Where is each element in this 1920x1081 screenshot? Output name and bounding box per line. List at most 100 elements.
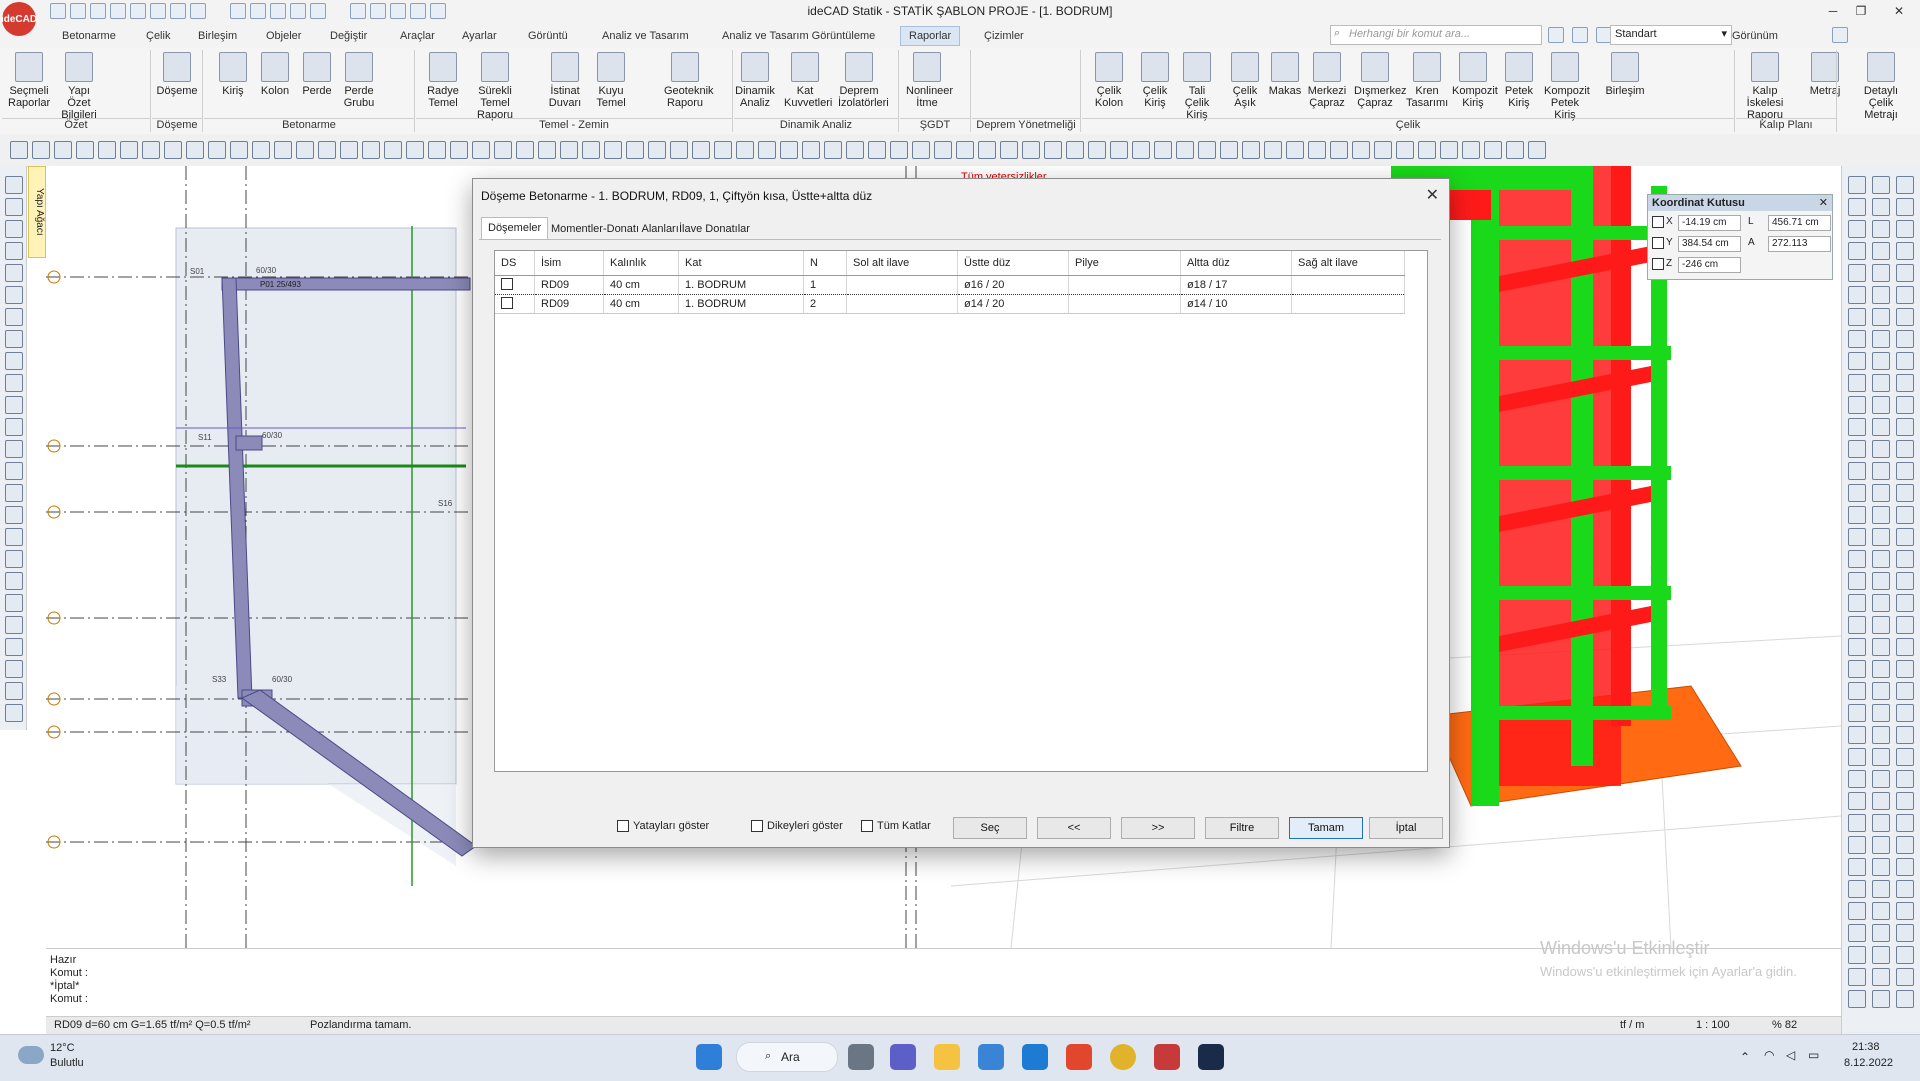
tool-icon[interactable] [5, 638, 23, 656]
tool-icon[interactable] [1110, 141, 1128, 159]
idecad-taskbar-icon[interactable] [1198, 1044, 1224, 1070]
battery-icon[interactable]: ▭ [1808, 1048, 1819, 1062]
tool-icon[interactable] [1872, 638, 1890, 656]
tool-icon[interactable] [1896, 462, 1914, 480]
tool-icon[interactable] [1848, 198, 1866, 216]
tool-icon[interactable] [1848, 836, 1866, 854]
menu-celik[interactable]: Çelik [146, 30, 170, 42]
tool-icon[interactable] [5, 682, 23, 700]
tool-icon[interactable] [516, 141, 534, 159]
wifi-icon[interactable]: ◠ [1764, 1048, 1774, 1062]
previous-button[interactable]: << [1037, 817, 1111, 839]
tool-icon[interactable] [1896, 484, 1914, 502]
tool-icon[interactable] [5, 704, 23, 722]
tab-ilave-donatilar[interactable]: İlave Donatılar [673, 219, 756, 239]
tool-icon[interactable] [1896, 506, 1914, 524]
tool-icon[interactable] [5, 462, 23, 480]
tool-icon[interactable] [1872, 176, 1890, 194]
task-view-icon[interactable] [848, 1044, 874, 1070]
tool-icon[interactable] [1848, 462, 1866, 480]
tool-icon[interactable] [692, 141, 710, 159]
tool-icon[interactable] [1896, 902, 1914, 920]
filter-button[interactable]: Filtre [1205, 817, 1279, 839]
display-icon[interactable] [1572, 27, 1588, 43]
tool-icon[interactable] [758, 141, 776, 159]
ribbon-button[interactable]: Perde Grubu [338, 52, 380, 109]
tool-icon[interactable] [1872, 242, 1890, 260]
menu-analiz-tasarim[interactable]: Analiz ve Tasarım [602, 30, 689, 42]
tool-icon[interactable] [912, 141, 930, 159]
tool-icon[interactable] [1896, 792, 1914, 810]
cancel-button[interactable]: İptal [1369, 817, 1443, 839]
ribbon-button[interactable]: Kat Kuvvetleri [784, 52, 832, 109]
tool-icon[interactable] [5, 264, 23, 282]
tool-icon[interactable] [582, 141, 600, 159]
chevron-up-icon[interactable]: ⌃ [1740, 1050, 1750, 1064]
tool-icon[interactable] [1000, 141, 1018, 159]
ribbon-button[interactable]: Çelik Kolon [1088, 52, 1130, 109]
tool-icon[interactable] [120, 141, 138, 159]
tab-momentler-donati-alanlari[interactable]: Momentler-Donatı Alanları [545, 219, 685, 239]
tool-icon[interactable] [1872, 726, 1890, 744]
checkbox-box[interactable] [751, 820, 763, 832]
tool-icon[interactable] [1896, 198, 1914, 216]
pdf-icon[interactable] [1154, 1044, 1180, 1070]
tool-icon[interactable] [1872, 704, 1890, 722]
tool-icon[interactable] [5, 572, 23, 590]
tool-icon[interactable] [1872, 374, 1890, 392]
tool-icon[interactable] [5, 616, 23, 634]
ribbon-button[interactable]: Kompozit Kiriş [1452, 52, 1498, 109]
tool-icon[interactable] [1872, 330, 1890, 348]
tool-icon[interactable] [5, 418, 23, 436]
structure-tree-tab[interactable]: Yapı Ağacı [28, 166, 46, 258]
tool-icon[interactable] [5, 374, 23, 392]
tool-icon[interactable] [1848, 352, 1866, 370]
menu-cizimler[interactable]: Çizimler [984, 30, 1024, 42]
command-search-input[interactable]: ⌕ Herhangi bir komut ara... [1330, 25, 1542, 45]
tool-icon[interactable] [1330, 141, 1348, 159]
tool-icon[interactable] [1848, 286, 1866, 304]
volume-icon[interactable]: ◁ [1786, 1048, 1795, 1062]
tool-icon[interactable] [934, 141, 952, 159]
tool-icon[interactable] [1848, 924, 1866, 942]
ds-checkbox[interactable] [495, 275, 535, 295]
col-isim[interactable]: İsim [534, 251, 604, 276]
tool-icon[interactable] [450, 141, 468, 159]
tool-icon[interactable] [1848, 660, 1866, 678]
mail-icon[interactable] [1022, 1044, 1048, 1070]
tool-icon[interactable] [1872, 902, 1890, 920]
ribbon-button[interactable]: Radye Temel [422, 52, 464, 109]
all-floors-checkbox[interactable]: Tüm Katlar [861, 820, 931, 832]
ribbon-button[interactable]: Birleşim [1604, 52, 1646, 97]
ribbon-button[interactable]: Yapı Özet Bilgileri [58, 52, 100, 121]
tool-icon[interactable] [1896, 264, 1914, 282]
col-kalinlik[interactable]: Kalınlık [603, 251, 679, 276]
tool-icon[interactable] [1462, 141, 1480, 159]
tool-icon[interactable] [1872, 396, 1890, 414]
tool-icon[interactable] [1896, 418, 1914, 436]
tool-icon[interactable] [1896, 836, 1914, 854]
tool-icon[interactable] [1848, 176, 1866, 194]
tool-icon[interactable] [1418, 141, 1436, 159]
tool-icon[interactable] [1896, 968, 1914, 986]
tool-icon[interactable] [1872, 550, 1890, 568]
status-scale[interactable]: 1 : 100 [1696, 1019, 1730, 1031]
tool-icon[interactable] [956, 141, 974, 159]
tool-icon[interactable] [472, 141, 490, 159]
ribbon-button[interactable]: Kalıp İskelesi Raporu [1744, 52, 1786, 121]
tool-icon[interactable] [1022, 141, 1040, 159]
tool-icon[interactable] [164, 141, 182, 159]
tool-icon[interactable] [5, 198, 23, 216]
tool-icon[interactable] [10, 141, 28, 159]
office-icon[interactable] [1066, 1044, 1092, 1070]
tool-icon[interactable] [824, 141, 842, 159]
tool-icon[interactable] [1848, 858, 1866, 876]
tool-icon[interactable] [208, 141, 226, 159]
tool-icon[interactable] [384, 141, 402, 159]
tool-icon[interactable] [802, 141, 820, 159]
ribbon-button[interactable]: Petek Kiriş [1498, 52, 1540, 109]
z-checkbox[interactable] [1652, 258, 1664, 273]
tool-icon[interactable] [274, 141, 292, 159]
tool-icon[interactable] [428, 141, 446, 159]
cell-sag-alt-ilave[interactable] [1291, 294, 1405, 314]
